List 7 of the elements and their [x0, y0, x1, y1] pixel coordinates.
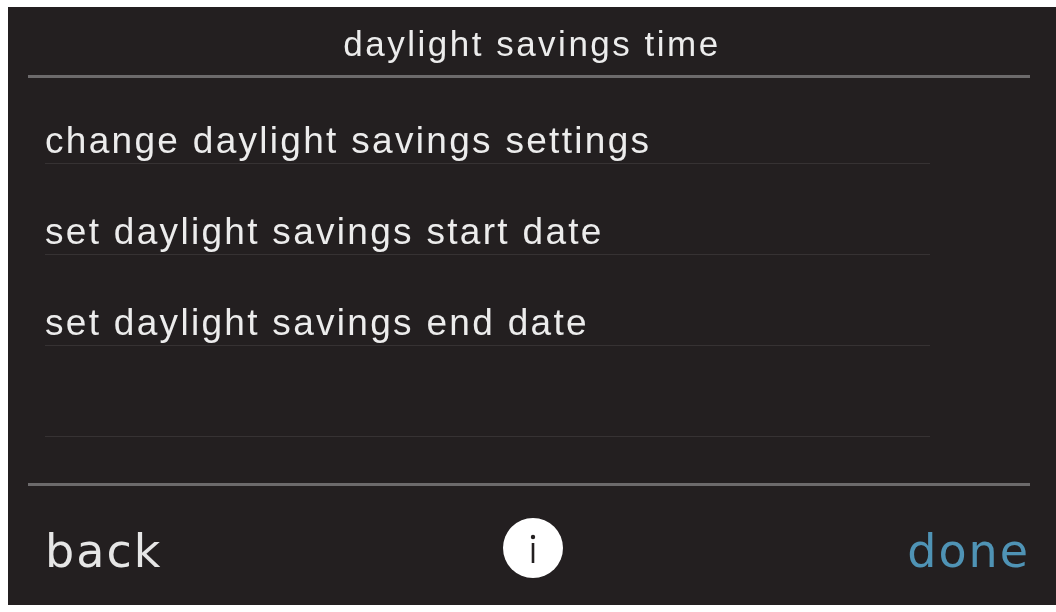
- menu-item[interactable]: change daylight savings settings: [45, 119, 652, 163]
- menu-item[interactable]: set daylight savings end date: [45, 301, 589, 345]
- info-icon[interactable]: [502, 517, 563, 578]
- screen-title: daylight savings time: [343, 23, 721, 65]
- menu-item[interactable]: set daylight savings start date: [45, 210, 604, 254]
- back-button[interactable]: back: [45, 523, 185, 578]
- done-button[interactable]: done: [890, 523, 1030, 578]
